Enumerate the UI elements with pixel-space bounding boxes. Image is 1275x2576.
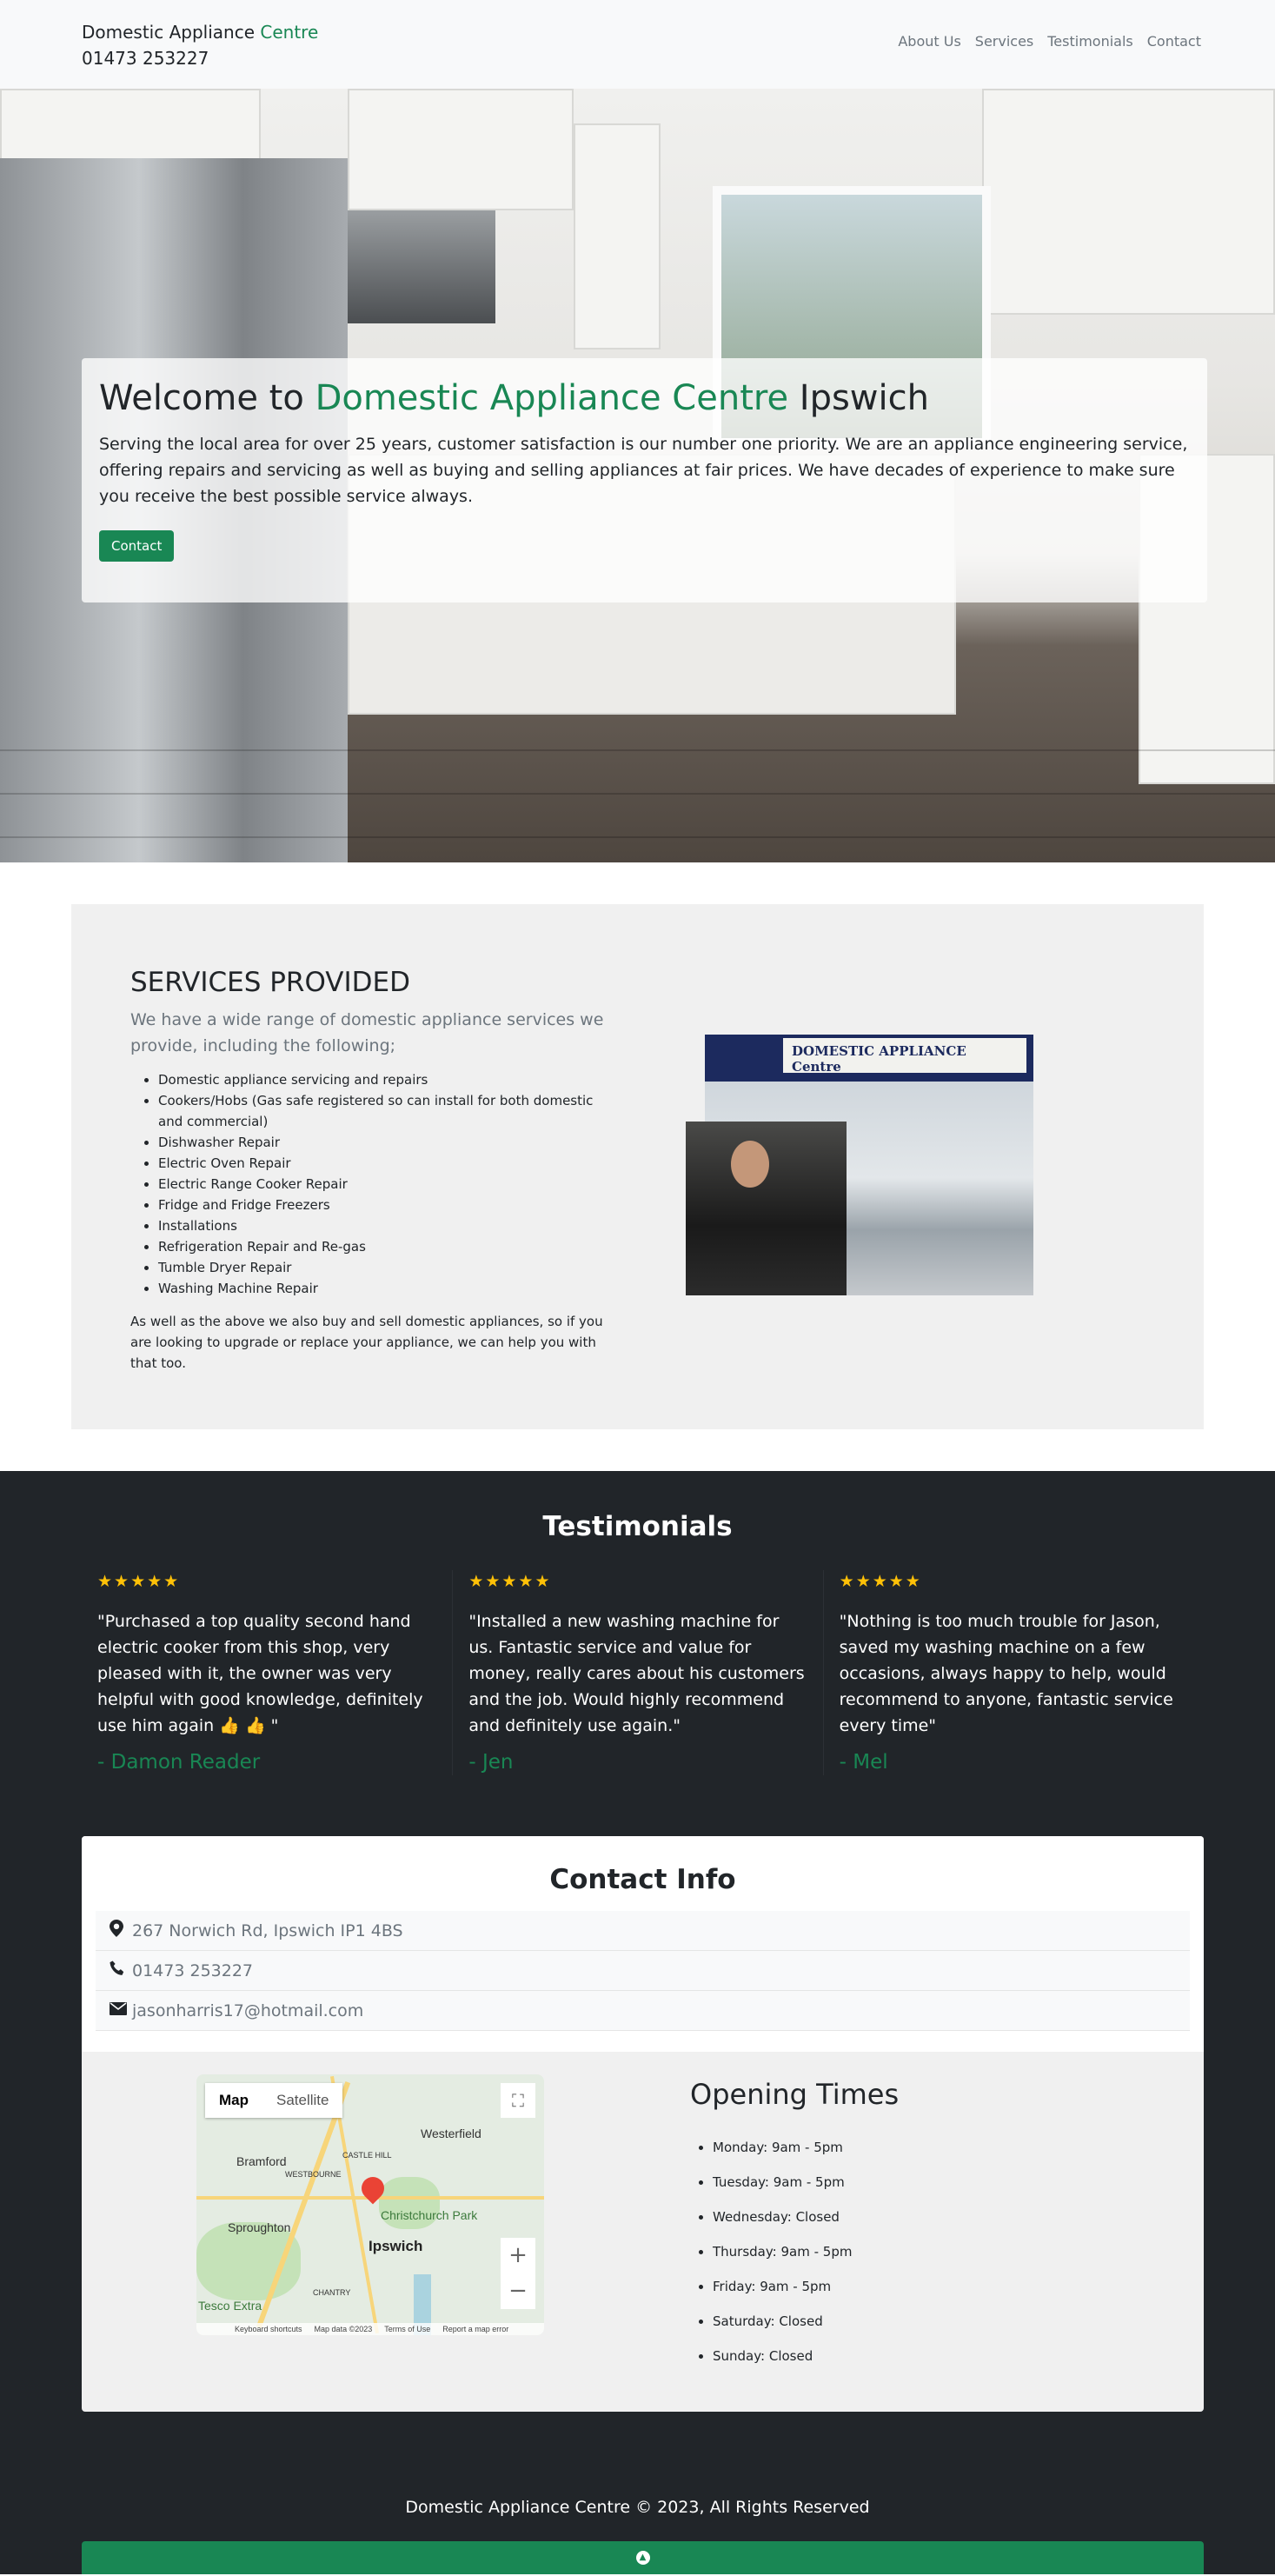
star-rating-icon: ★★★★★ xyxy=(97,1572,181,1591)
list-item: Electric Range Cooker Repair xyxy=(158,1174,617,1195)
testimonial-card: ★★★★★ "Nothing is too much trouble for J… xyxy=(822,1570,1193,1775)
hero-description: Serving the local area for over 25 years… xyxy=(99,435,1188,506)
services-footer: As well as the above we also buy and sel… xyxy=(130,1314,603,1371)
contact-section: Contact Info 267 Norwich Rd, Ipswich IP1… xyxy=(82,1836,1204,2412)
testimonials-title: Testimonials xyxy=(542,1511,733,1542)
star-rating-icon: ★★★★★ xyxy=(839,1572,922,1591)
nav-link-testimonials[interactable]: Testimonials xyxy=(1047,33,1133,50)
google-map[interactable]: Westerfield Bramford Sproughton Ipswich … xyxy=(196,2074,544,2335)
contact-title: Contact Info xyxy=(549,1864,736,1895)
list-item: Monday: 9am - 5pm xyxy=(713,2130,899,2165)
list-item: Dishwasher Repair xyxy=(158,1132,617,1153)
map-footer: Keyboard shortcuts Map data ©2023 Terms … xyxy=(196,2323,544,2335)
testimonial-author: - Damon Reader xyxy=(97,1751,261,1774)
services-lead: We have a wide range of domestic applian… xyxy=(130,1010,604,1055)
envelope-icon xyxy=(110,2001,132,2020)
zoom-out-icon[interactable]: − xyxy=(501,2273,535,2309)
list-item: Electric Oven Repair xyxy=(158,1153,617,1174)
list-item: Domestic appliance servicing and repairs xyxy=(158,1069,617,1090)
list-item: Washing Machine Repair xyxy=(158,1278,617,1299)
testimonial-author: - Jen xyxy=(468,1751,514,1774)
list-item: Cookers/Hobs (Gas safe registered so can… xyxy=(158,1090,617,1132)
star-rating-icon: ★★★★★ xyxy=(468,1572,552,1591)
nav-link-services[interactable]: Services xyxy=(975,33,1033,50)
map-label: Tesco Extra xyxy=(198,2299,262,2313)
services-list: Domestic appliance servicing and repairs… xyxy=(130,1069,617,1299)
list-item: Sunday: Closed xyxy=(713,2339,899,2373)
contact-button[interactable]: Contact xyxy=(99,530,175,562)
copyright-text: Domestic Appliance Centre © 2023, All Ri… xyxy=(405,2498,870,2517)
services-title: SERVICES PROVIDED xyxy=(130,967,410,998)
phone-icon xyxy=(110,1960,132,1980)
arrow-up-icon: ▲ xyxy=(635,2551,650,2565)
shop-sign: DOMESTIC APPLIANCE Centre xyxy=(783,1038,1026,1075)
map-label: Westerfield xyxy=(421,2127,481,2140)
map-label: Bramford xyxy=(236,2154,287,2168)
list-item: Fridge and Fridge Freezers xyxy=(158,1195,617,1215)
list-item: Refrigeration Repair and Re-gas xyxy=(158,1236,617,1257)
contact-address: 267 Norwich Rd, Ipswich IP1 4BS xyxy=(96,1911,1190,1951)
satellite-tab[interactable]: Satellite xyxy=(262,2083,342,2118)
map-label: Sproughton xyxy=(228,2220,291,2234)
opening-times-title: Opening Times xyxy=(690,2078,900,2111)
nav-links: About Us Services Testimonials Contact xyxy=(898,33,1201,50)
list-item: Installations xyxy=(158,1215,617,1236)
hero-section: Welcome to Domestic Appliance Centre Ips… xyxy=(0,89,1275,862)
opening-times-list: Monday: 9am - 5pm Tuesday: 9am - 5pm Wed… xyxy=(690,2130,899,2373)
hero-card: Welcome to Domestic Appliance Centre Ips… xyxy=(82,358,1207,602)
brand[interactable]: Domestic Appliance Centre 01473 253227 xyxy=(82,19,318,71)
footer: Domestic Appliance Centre © 2023, All Ri… xyxy=(0,2412,1275,2574)
contact-phone[interactable]: 01473 253227 xyxy=(96,1951,1190,1991)
back-to-top-bar[interactable]: ▲ xyxy=(82,2541,1204,2574)
hero-title: Welcome to Domestic Appliance Centre Ips… xyxy=(99,378,929,418)
map-tab[interactable]: Map xyxy=(205,2083,262,2118)
list-item: Wednesday: Closed xyxy=(713,2200,899,2234)
testimonial-card: ★★★★★ "Purchased a top quality second ha… xyxy=(82,1570,452,1775)
map-label: Ipswich xyxy=(369,2238,423,2254)
testimonial-quote: "Nothing is too much trouble for Jason, … xyxy=(839,1612,1173,1735)
brand-name: Domestic Appliance xyxy=(82,22,261,43)
nav-link-contact[interactable]: Contact xyxy=(1147,33,1201,50)
testimonial-author: - Mel xyxy=(839,1751,888,1774)
map-label: CHANTRY xyxy=(313,2288,351,2297)
list-item: Tuesday: 9am - 5pm xyxy=(713,2165,899,2200)
zoom-in-icon[interactable]: + xyxy=(501,2238,535,2273)
list-item: Tumble Dryer Repair xyxy=(158,1257,617,1278)
map-label: WESTBOURNE xyxy=(285,2170,342,2179)
brand-phone: 01473 253227 xyxy=(82,48,209,69)
services-image: DOMESTIC APPLIANCE Centre xyxy=(686,1035,1033,1295)
testimonial-quote: "Purchased a top quality second hand ele… xyxy=(97,1612,423,1735)
map-label: Christchurch Park xyxy=(381,2208,478,2222)
map-type-control: Map Satellite xyxy=(205,2083,343,2118)
services-section: SERVICES PROVIDED We have a wide range o… xyxy=(0,862,1275,1471)
brand-accent: Centre xyxy=(260,22,319,43)
list-item: Saturday: Closed xyxy=(713,2304,899,2339)
navbar: Domestic Appliance Centre 01473 253227 A… xyxy=(0,0,1275,89)
testimonial-quote: "Installed a new washing machine for us.… xyxy=(468,1612,805,1735)
nav-link-about[interactable]: About Us xyxy=(898,33,960,50)
zoom-control: + − xyxy=(501,2238,535,2309)
map-pin-icon xyxy=(110,1920,132,1941)
fullscreen-icon[interactable]: ⛶ xyxy=(501,2083,535,2118)
testimonial-card: ★★★★★ "Installed a new washing machine f… xyxy=(452,1570,822,1775)
services-box: SERVICES PROVIDED We have a wide range o… xyxy=(71,904,1204,1429)
list-item: Thursday: 9am - 5pm xyxy=(713,2234,899,2269)
dark-section: Testimonials ★★★★★ "Purchased a top qual… xyxy=(0,1471,1275,2574)
opening-times: Opening Times Monday: 9am - 5pm Tuesday:… xyxy=(690,2074,899,2373)
list-item: Friday: 9am - 5pm xyxy=(713,2269,899,2304)
testimonials-section: Testimonials ★★★★★ "Purchased a top qual… xyxy=(0,1471,1275,1836)
engineer-photo xyxy=(686,1122,847,1295)
map-label: CASTLE HILL xyxy=(342,2151,392,2160)
contact-email[interactable]: jasonharris17@hotmail.com xyxy=(96,1991,1190,2031)
